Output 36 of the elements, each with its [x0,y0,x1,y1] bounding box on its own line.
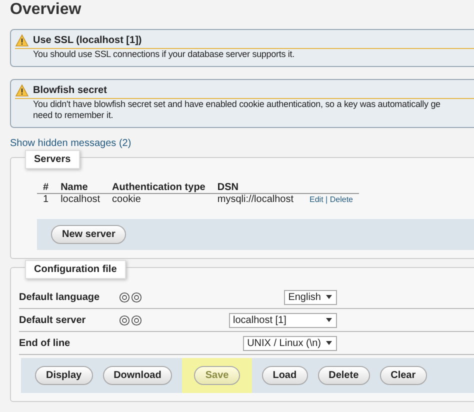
panel-legend: Servers [25,150,80,169]
caret-icon [325,339,333,347]
column-header: Authentication type [106,182,212,194]
link-separator: | [326,195,328,204]
notice-message: You didn't have blowfish secret set and have enabled cookie authentication, so a key was automatically ge need to remember it. [32,99,442,121]
panel-legend: Configuration file [25,260,126,279]
table-cell: cookie [106,194,212,205]
select-field[interactable]: English [284,290,337,304]
select-field[interactable]: UNIX / Linux (\n) [243,336,337,350]
notice-message: You should use SSL connections if your database server supports it. [32,49,296,60]
delete-link[interactable]: Delete [330,195,353,204]
table-cell: 1 [37,194,55,205]
hidden-messages-link[interactable]: Show hidden messages (2) [10,138,132,149]
notice-title: Use SSL (localhost [1]) [33,35,142,46]
action-button[interactable]: Clear [380,366,427,385]
action-button[interactable]: Display [35,366,93,385]
column-header: DSN [211,182,300,194]
action-button[interactable]: Download [102,366,172,385]
warning-icon [15,84,29,97]
table-cell: localhost [54,194,106,205]
setting-label: Default server [19,314,87,326]
action-button[interactable]: Delete [318,366,370,385]
caret-icon [325,293,333,301]
notice-title: Blowfish secret [33,85,107,96]
column-header: Name [54,182,106,194]
table-cell: mysqli://localhost [211,194,300,205]
new-server-button[interactable]: New server [51,225,126,244]
edit-link[interactable]: Edit [310,195,324,204]
setting-label: End of line [19,338,72,348]
action-button[interactable]: Load [262,366,308,385]
select-field[interactable]: localhost [1] [229,312,337,328]
page-title: Overview [10,0,82,19]
caret-icon [325,316,333,324]
setting-label: Default language [19,292,101,302]
column-header: # [37,182,55,194]
warning-icon [15,34,29,47]
